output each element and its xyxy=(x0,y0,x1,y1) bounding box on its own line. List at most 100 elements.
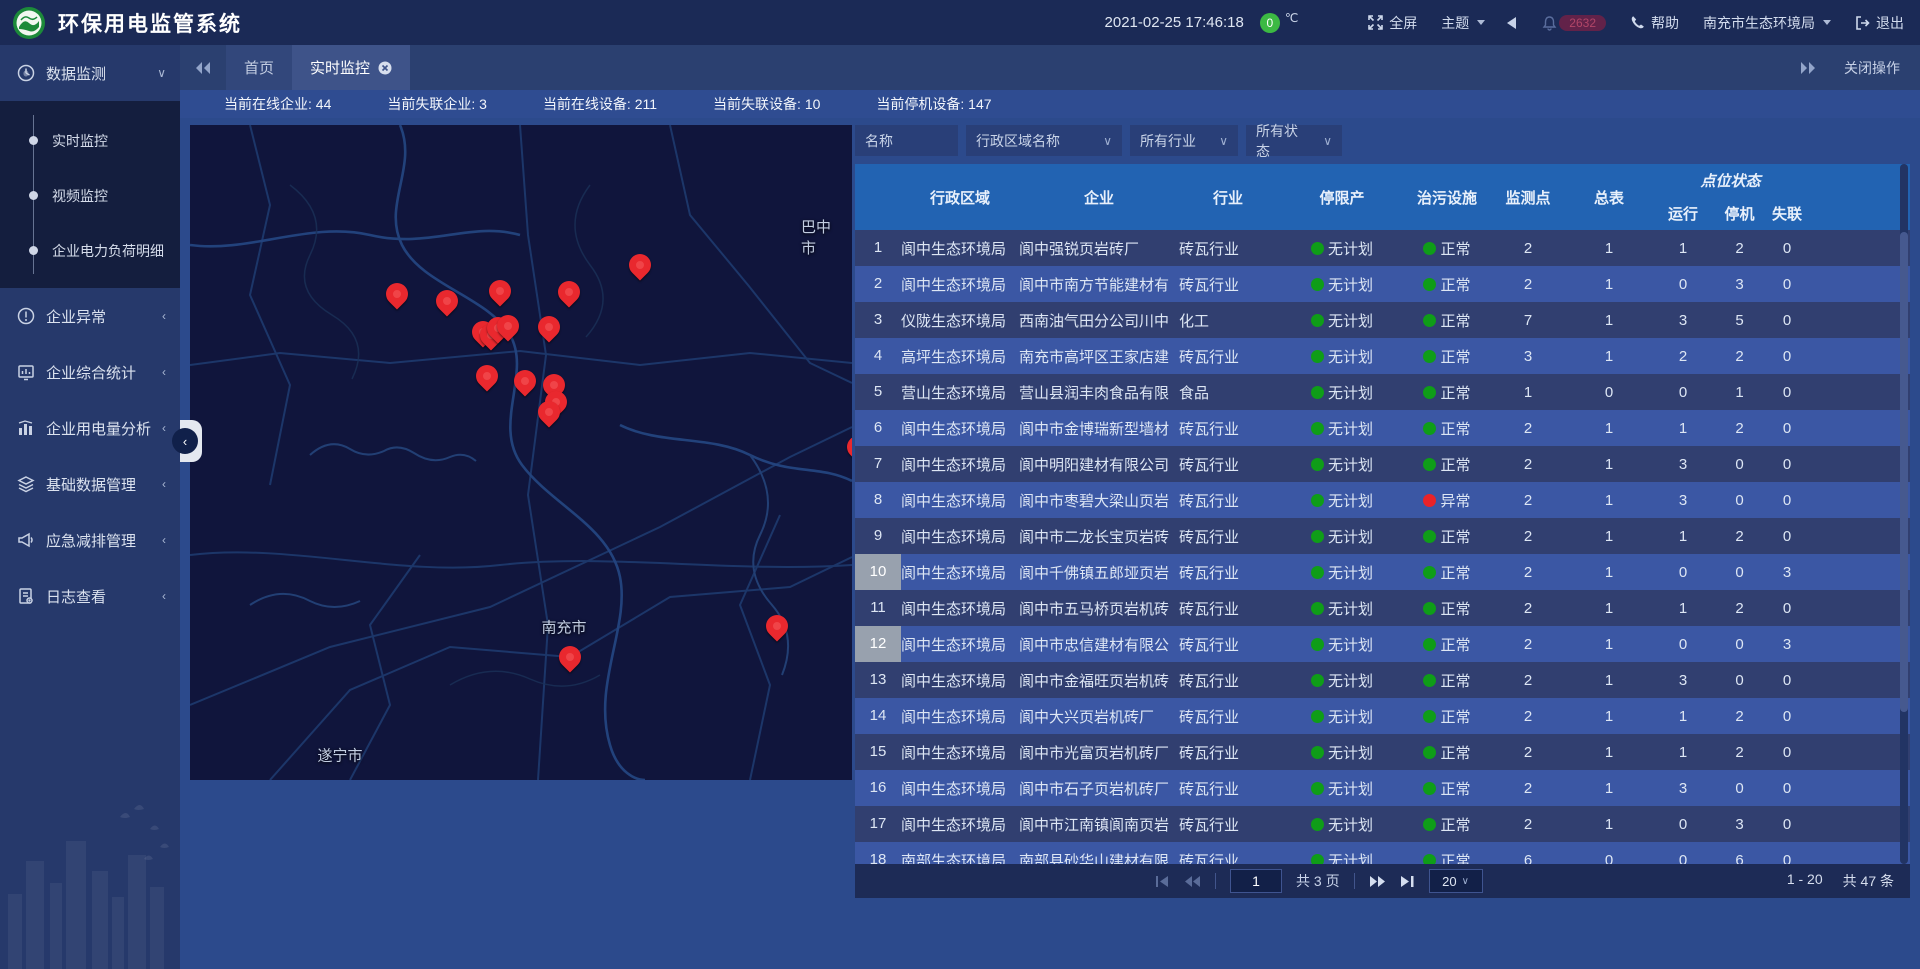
cell-region: 高坪生态环境局 xyxy=(901,346,1019,367)
col-header-6: 总表 xyxy=(1569,187,1649,208)
megaphone-icon xyxy=(16,531,36,549)
table-row[interactable]: 9阆中生态环境局阆中市二龙长宝页岩砖砖瓦行业无计划正常21120 xyxy=(855,518,1910,554)
industry-filter-select[interactable]: 所有行业 ∨ xyxy=(1130,125,1238,156)
logout-button[interactable]: 退出 xyxy=(1855,13,1904,33)
table-row[interactable]: 16阆中生态环境局阆中市石子页岩机砖厂砖瓦行业无计划正常21300 xyxy=(855,770,1910,806)
status-dot-green xyxy=(1423,710,1436,723)
cell-region: 仪陇生态环境局 xyxy=(901,310,1019,331)
status-filter-select[interactable]: 所有状态 ∨ xyxy=(1246,125,1342,156)
org-menu[interactable]: 南充市生态环境局 xyxy=(1703,13,1831,33)
sidebar-subitem-0-0[interactable]: 实时监控 xyxy=(0,113,180,168)
last-page-button[interactable] xyxy=(1400,875,1415,888)
sidebar-item-1[interactable]: 企业异常‹ xyxy=(0,288,180,344)
name-filter-input[interactable] xyxy=(855,125,958,156)
cell-monitor-points: 2 xyxy=(1487,600,1569,617)
table-row[interactable]: 2阆中生态环境局阆中市南方节能建材有砖瓦行业无计划正常21030 xyxy=(855,266,1910,302)
cell-running: 0 xyxy=(1649,384,1717,401)
tab-home[interactable]: 首页 xyxy=(226,45,292,90)
table-row[interactable]: 10阆中生态环境局阆中千佛镇五郎垭页岩砖瓦行业无计划正常21003 xyxy=(855,554,1910,590)
table-row[interactable]: 7阆中生态环境局阆中明阳建材有限公司砖瓦行业无计划正常21300 xyxy=(855,446,1910,482)
cell-facility-status: 正常 xyxy=(1407,778,1487,799)
cell-total-meters: 1 xyxy=(1569,744,1649,761)
status-dot-green xyxy=(1311,566,1324,579)
cell-lost: 0 xyxy=(1762,492,1812,509)
cell-company: 阆中千佛镇五郎垭页岩 xyxy=(1019,562,1179,583)
log-icon xyxy=(16,587,36,605)
previous-page-button[interactable] xyxy=(1184,875,1201,888)
sidebar-item-label: 企业综合统计 xyxy=(46,362,136,383)
fullscreen-button[interactable]: 全屏 xyxy=(1368,13,1417,33)
table-row[interactable]: 5营山生态环境局营山县润丰肉食品有限食品无计划正常10010 xyxy=(855,374,1910,410)
table-row[interactable]: 12阆中生态环境局阆中市忠信建材有限公砖瓦行业无计划正常21003 xyxy=(855,626,1910,662)
table-row[interactable]: 3仪陇生态环境局西南油气田分公司川中化工无计划正常71350 xyxy=(855,302,1910,338)
sidebar-subitem-0-2[interactable]: 企业电力负荷明细 xyxy=(0,223,180,278)
table-row[interactable]: 15阆中生态环境局阆中市光富页岩机砖厂砖瓦行业无计划正常21120 xyxy=(855,734,1910,770)
app-header: 环保用电监管系统 2021-02-25 17:46:18 0 ℃ 全屏 主题 xyxy=(0,0,1920,45)
cell-industry: 砖瓦行业 xyxy=(1179,670,1277,691)
sidebar-item-6[interactable]: 日志查看‹ xyxy=(0,568,180,624)
notifications-button[interactable]: 2632 xyxy=(1542,15,1606,31)
col-header-5: 监测点 xyxy=(1487,187,1569,208)
help-button[interactable]: 帮助 xyxy=(1630,13,1679,33)
first-page-button[interactable] xyxy=(1155,875,1170,888)
cell-company: 阆中市五马桥页岩机砖 xyxy=(1019,598,1179,619)
page-title: 环保用电监管系统 xyxy=(58,8,242,38)
cell-running: 0 xyxy=(1649,564,1717,581)
cell-running: 1 xyxy=(1649,420,1717,437)
sound-toggle[interactable] xyxy=(1507,17,1516,29)
cell-lost: 0 xyxy=(1762,384,1812,401)
datetime: 2021-02-25 17:46:18 xyxy=(1105,14,1244,31)
chevron-down-icon xyxy=(1823,20,1831,25)
stat-item-4: 当前停机设备: 147 xyxy=(876,94,991,114)
cell-total-meters: 1 xyxy=(1569,420,1649,437)
tab-realtime-monitor[interactable]: 实时监控 xyxy=(292,45,410,90)
cell-monitor-points: 2 xyxy=(1487,780,1569,797)
cell-monitor-points: 2 xyxy=(1487,456,1569,473)
cell-monitor-points: 6 xyxy=(1487,852,1569,865)
sidebar-subitem-0-1[interactable]: 视频监控 xyxy=(0,168,180,223)
page-size-select[interactable]: 20 ∨ xyxy=(1429,869,1483,893)
cell-company: 阆中市枣碧大梁山页岩 xyxy=(1019,490,1179,511)
sidebar-item-4[interactable]: 基础数据管理‹ xyxy=(0,456,180,512)
table-row[interactable]: 6阆中生态环境局阆中市金博瑞新型墙材砖瓦行业无计划正常21120 xyxy=(855,410,1910,446)
map-canvas[interactable]: 巴中市南充市遂宁市 xyxy=(190,125,852,780)
cell-total-meters: 1 xyxy=(1569,600,1649,617)
sidebar-item-2[interactable]: 企业综合统计‹ xyxy=(0,344,180,400)
cell-stopped: 3 xyxy=(1717,816,1762,833)
main-content: 巴中市南充市遂宁市 行政区域名称 ∨ 所有行业 ∨ 所有状态 ∨ 行政区域企业行… xyxy=(180,118,1920,969)
cell-plan-status: 无计划 xyxy=(1277,238,1407,259)
page-number-input[interactable] xyxy=(1230,869,1282,893)
tabs-scroll-right-button[interactable] xyxy=(1800,61,1816,75)
table-row[interactable]: 11阆中生态环境局阆中市五马桥页岩机砖砖瓦行业无计划正常21120 xyxy=(855,590,1910,626)
cell-facility-status: 正常 xyxy=(1407,310,1487,331)
sidebar-item-3[interactable]: 企业用电量分析‹ xyxy=(0,400,180,456)
sidebar-item-0[interactable]: 数据监测∨ xyxy=(0,45,180,101)
cell-monitor-points: 2 xyxy=(1487,276,1569,293)
cell-stopped: 2 xyxy=(1717,708,1762,725)
cell-stopped: 3 xyxy=(1717,276,1762,293)
tab-close-icon[interactable] xyxy=(378,61,392,75)
col-header-2: 行业 xyxy=(1179,187,1277,208)
tabs-scroll-left-button[interactable] xyxy=(180,45,226,90)
chevron-left-icon: ‹ xyxy=(172,428,198,454)
table-row[interactable]: 14阆中生态环境局阆中大兴页岩机砖厂砖瓦行业无计划正常21120 xyxy=(855,698,1910,734)
region-filter-select[interactable]: 行政区域名称 ∨ xyxy=(966,125,1122,156)
cell-company: 阆中强锐页岩砖厂 xyxy=(1019,238,1179,259)
table-row[interactable]: 4高坪生态环境局南充市高坪区王家店建砖瓦行业无计划正常31220 xyxy=(855,338,1910,374)
col-subheader-2: 失联 xyxy=(1762,203,1812,224)
sidebar: 数据监测∨ 实时监控视频监控企业电力负荷明细企业异常‹企业综合统计‹企业用电量分析… xyxy=(0,45,180,969)
table-scrollbar[interactable] xyxy=(1900,164,1908,864)
next-page-button[interactable] xyxy=(1369,875,1386,888)
close-operations-button[interactable]: 关闭操作 xyxy=(1844,58,1900,78)
cell-monitor-points: 2 xyxy=(1487,240,1569,257)
table-row[interactable]: 18南部生态环境局南部县砂华山建材有限砖瓦行业无计划正常60060 xyxy=(855,842,1910,864)
sidebar-item-5[interactable]: 应急减排管理‹ xyxy=(0,512,180,568)
sidebar-collapse-handle[interactable]: ‹ xyxy=(180,420,202,462)
table-row[interactable]: 1阆中生态环境局阆中强锐页岩砖厂砖瓦行业无计划正常21120 xyxy=(855,230,1910,266)
theme-menu[interactable]: 主题 xyxy=(1441,13,1485,33)
table-row[interactable]: 8阆中生态环境局阆中市枣碧大梁山页岩砖瓦行业无计划异常21300 xyxy=(855,482,1910,518)
table-row[interactable]: 17阆中生态环境局阆中市江南镇阆南页岩砖瓦行业无计划正常21030 xyxy=(855,806,1910,842)
table-row[interactable]: 13阆中生态环境局阆中市金福旺页岩机砖砖瓦行业无计划正常21300 xyxy=(855,662,1910,698)
status-dot-green xyxy=(1311,710,1324,723)
status-dot-green xyxy=(1311,746,1324,759)
